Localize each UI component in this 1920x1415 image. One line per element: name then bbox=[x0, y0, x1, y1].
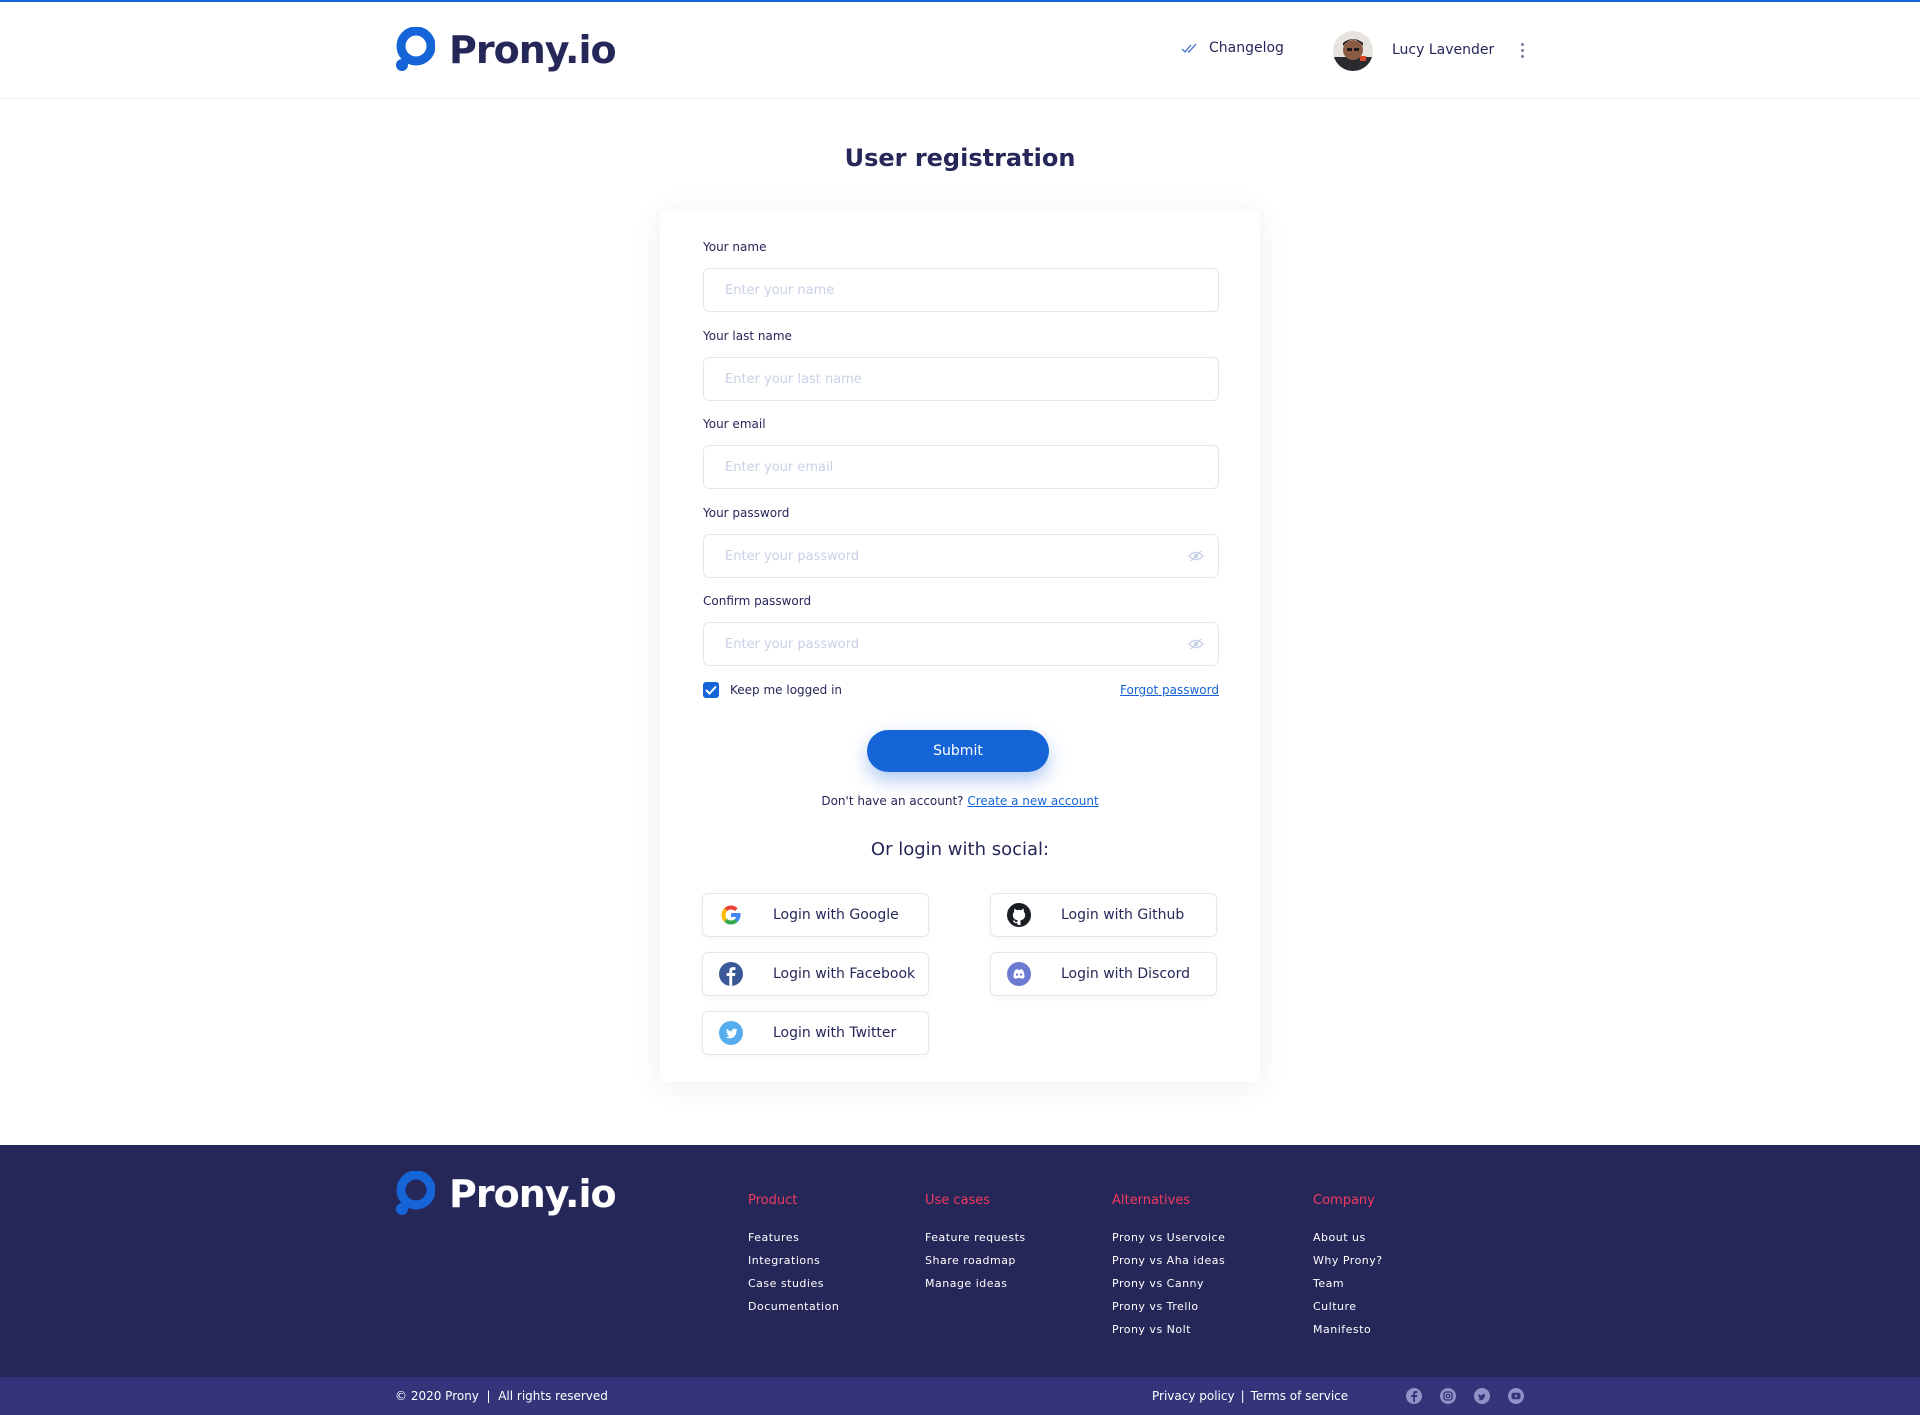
footer-social-icons bbox=[1406, 1388, 1542, 1404]
footer-link[interactable]: Prony vs Canny bbox=[1112, 1272, 1225, 1295]
login-twitter-label: Login with Twitter bbox=[773, 1025, 897, 1041]
check-icon bbox=[705, 685, 717, 695]
footer-brand-logo[interactable]: Prony.io bbox=[395, 1171, 617, 1217]
footer-link[interactable]: Prony vs Trello bbox=[1112, 1295, 1225, 1318]
name-field[interactable] bbox=[703, 268, 1219, 312]
footer-link[interactable]: Prony vs Nolt bbox=[1112, 1318, 1225, 1341]
instagram-icon[interactable] bbox=[1440, 1388, 1456, 1404]
create-account-link[interactable]: Create a new account bbox=[967, 794, 1098, 808]
logo-mark-icon bbox=[396, 1171, 435, 1215]
last-name-label: Your last name bbox=[703, 329, 792, 343]
no-account-text: Don't have an account? bbox=[821, 794, 964, 808]
footer-link[interactable]: About us bbox=[1313, 1226, 1383, 1249]
footer-link[interactable]: Prony vs Aha ideas bbox=[1112, 1249, 1225, 1272]
submit-button[interactable]: Submit bbox=[867, 730, 1049, 772]
github-icon bbox=[1007, 903, 1031, 927]
forgot-password-link[interactable]: Forgot password bbox=[1120, 683, 1219, 697]
login-discord-button[interactable]: Login with Discord bbox=[990, 952, 1217, 996]
discord-icon bbox=[1007, 962, 1031, 986]
email-field[interactable] bbox=[703, 445, 1219, 489]
footer-bottom-bar: © 2020 Prony | All rights reserved Priva… bbox=[0, 1377, 1920, 1415]
login-google-button[interactable]: Login with Google bbox=[702, 893, 929, 937]
login-twitter-button[interactable]: Login with Twitter bbox=[702, 1011, 929, 1055]
facebook-icon[interactable] bbox=[1406, 1388, 1422, 1404]
brand-name: Prony.io bbox=[449, 28, 617, 72]
password-input[interactable] bbox=[704, 535, 1218, 577]
confirm-password-label: Confirm password bbox=[703, 594, 812, 608]
footer-link[interactable]: Manage ideas bbox=[925, 1272, 1026, 1295]
footer-column-alternatives: Alternatives Prony vs Uservoice Prony vs… bbox=[1112, 1193, 1225, 1341]
name-input[interactable] bbox=[704, 269, 1218, 311]
youtube-icon[interactable] bbox=[1508, 1388, 1524, 1404]
legal-links: Privacy policy | Terms of service bbox=[1152, 1389, 1348, 1403]
password-label: Your password bbox=[703, 506, 790, 520]
page-title: User registration bbox=[844, 144, 1076, 172]
logo-mark-icon bbox=[396, 27, 435, 71]
registration-card: Your name Your last name Your email Your… bbox=[660, 209, 1260, 1082]
confirm-password-field[interactable] bbox=[703, 622, 1219, 666]
footer-link[interactable]: Share roadmap bbox=[925, 1249, 1026, 1272]
last-name-field[interactable] bbox=[703, 357, 1219, 401]
terms-of-service-link[interactable]: Terms of service bbox=[1251, 1389, 1349, 1403]
footer-column-product: Product Features Integrations Case studi… bbox=[748, 1193, 839, 1318]
confirm-password-input[interactable] bbox=[704, 623, 1218, 665]
keep-logged-in-checkbox[interactable] bbox=[703, 682, 719, 698]
footer-link[interactable]: Prony vs Uservoice bbox=[1112, 1226, 1225, 1249]
user-name[interactable]: Lucy Lavender bbox=[1392, 42, 1494, 58]
footer-column-use-cases: Use cases Feature requests Share roadmap… bbox=[925, 1193, 1026, 1295]
facebook-icon bbox=[719, 962, 743, 986]
login-google-label: Login with Google bbox=[773, 907, 899, 923]
login-facebook-button[interactable]: Login with Facebook bbox=[702, 952, 929, 996]
login-facebook-label: Login with Facebook bbox=[773, 966, 916, 982]
footer: Prony.io Product Features Integrations C… bbox=[0, 1145, 1920, 1377]
social-login-title: Or login with social: bbox=[870, 839, 1050, 860]
changelog-link[interactable]: Changelog bbox=[1181, 40, 1284, 56]
more-menu-icon[interactable] bbox=[1512, 40, 1532, 64]
changelog-label: Changelog bbox=[1209, 40, 1284, 56]
last-name-input[interactable] bbox=[704, 358, 1218, 400]
footer-link[interactable]: Team bbox=[1313, 1272, 1383, 1295]
twitter-icon[interactable] bbox=[1474, 1388, 1490, 1404]
footer-link[interactable]: Documentation bbox=[748, 1295, 839, 1318]
email-label: Your email bbox=[703, 417, 766, 431]
name-label: Your name bbox=[703, 240, 767, 254]
eye-hidden-icon[interactable] bbox=[1188, 550, 1204, 562]
footer-column-company: Company About us Why Prony? Team Culture… bbox=[1313, 1193, 1383, 1341]
footer-link[interactable]: Why Prony? bbox=[1313, 1249, 1383, 1272]
avatar-image bbox=[1333, 31, 1373, 71]
login-discord-label: Login with Discord bbox=[1061, 966, 1190, 982]
login-github-label: Login with Github bbox=[1061, 907, 1185, 923]
footer-link[interactable]: Feature requests bbox=[925, 1226, 1026, 1249]
copyright-text: © 2020 Prony | All rights reserved bbox=[395, 1389, 608, 1403]
footer-heading: Company bbox=[1313, 1193, 1375, 1208]
legal-separator: | bbox=[1240, 1389, 1245, 1403]
keep-logged-in-label[interactable]: Keep me logged in bbox=[730, 683, 842, 697]
avatar[interactable] bbox=[1333, 31, 1373, 71]
signup-prompt: Don't have an account? Create a new acco… bbox=[660, 794, 1260, 808]
footer-link[interactable]: Culture bbox=[1313, 1295, 1383, 1318]
twitter-icon bbox=[719, 1021, 743, 1045]
double-check-icon bbox=[1181, 43, 1197, 54]
brand-logo[interactable]: Prony.io bbox=[395, 27, 617, 73]
password-field[interactable] bbox=[703, 534, 1219, 578]
email-input[interactable] bbox=[704, 446, 1218, 488]
footer-heading: Use cases bbox=[925, 1193, 991, 1208]
footer-link[interactable]: Integrations bbox=[748, 1249, 839, 1272]
footer-link[interactable]: Features bbox=[748, 1226, 839, 1249]
header: Prony.io Changelog Lucy Lavender bbox=[0, 2, 1920, 99]
footer-brand-name: Prony.io bbox=[449, 1172, 617, 1216]
footer-heading: Alternatives bbox=[1112, 1193, 1191, 1208]
footer-heading: Product bbox=[748, 1193, 798, 1208]
google-icon bbox=[719, 903, 743, 927]
footer-link[interactable]: Manifesto bbox=[1313, 1318, 1383, 1341]
login-github-button[interactable]: Login with Github bbox=[990, 893, 1217, 937]
eye-hidden-icon[interactable] bbox=[1188, 638, 1204, 650]
privacy-policy-link[interactable]: Privacy policy bbox=[1152, 1389, 1235, 1403]
footer-link[interactable]: Case studies bbox=[748, 1272, 839, 1295]
